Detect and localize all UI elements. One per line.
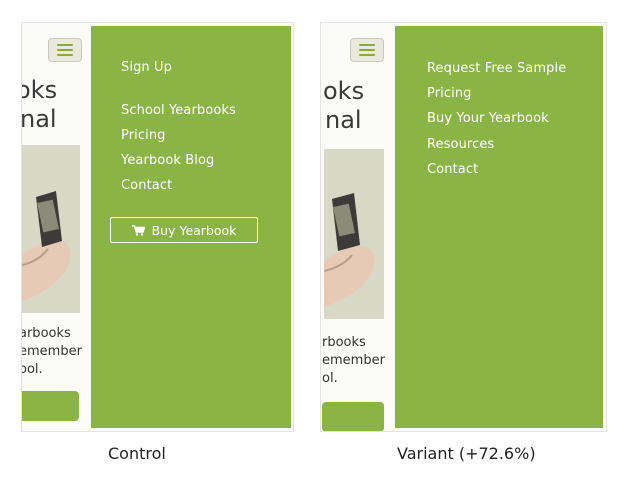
cta-button[interactable]: [322, 402, 384, 431]
hero-heading-line-1: oks: [323, 77, 365, 105]
menu-item-contact[interactable]: Contact: [427, 162, 478, 177]
hero-heading-line-2: nal: [21, 105, 57, 133]
menu-item-contact[interactable]: Contact: [121, 178, 172, 193]
body-text-line-3: ol.: [322, 371, 338, 386]
buy-yearbook-label: Buy Yearbook: [151, 222, 237, 238]
menu-item-request-free-sample[interactable]: Request Free Sample: [427, 61, 566, 76]
variant-screenshot: oks nal rbooks emember ol. Request Free …: [320, 22, 607, 432]
control-caption: Control: [108, 444, 166, 463]
menu-item-buy-your-yearbook[interactable]: Buy Your Yearbook: [427, 111, 549, 126]
hand-holding-phone-image: [324, 149, 384, 319]
hand-holding-phone-image: [22, 145, 80, 313]
body-text-line-3: ool.: [21, 362, 43, 377]
body-text-line-2: emember: [21, 344, 82, 359]
buy-yearbook-button[interactable]: Buy Yearbook: [110, 217, 258, 243]
control-screenshot: oks nal arbooks emember ool. Sign Up Sch…: [21, 22, 294, 432]
hamburger-icon: [359, 44, 375, 46]
hamburger-menu-button[interactable]: [350, 38, 384, 62]
cart-icon: [131, 224, 145, 236]
hero-photo: [324, 149, 384, 319]
cta-button[interactable]: [22, 391, 79, 421]
variant-caption: Variant (+72.6%): [397, 444, 536, 463]
body-text-line-2: emember: [322, 353, 385, 368]
hero-photo: [22, 145, 80, 313]
menu-item-resources[interactable]: Resources: [427, 137, 494, 152]
hero-heading-line-1: oks: [22, 76, 58, 104]
menu-item-school-yearbooks[interactable]: School Yearbooks: [121, 103, 236, 118]
menu-item-yearbook-blog[interactable]: Yearbook Blog: [121, 153, 214, 168]
menu-item-sign-up[interactable]: Sign Up: [121, 60, 172, 75]
menu-item-pricing[interactable]: Pricing: [121, 128, 166, 143]
hamburger-icon: [57, 44, 73, 46]
hamburger-menu-button[interactable]: [48, 38, 82, 62]
menu-item-pricing[interactable]: Pricing: [427, 86, 472, 101]
body-text-line-1: rbooks: [322, 335, 366, 350]
nav-drawer: Sign Up School Yearbooks Pricing Yearboo…: [91, 26, 291, 428]
body-text-line-1: arbooks: [21, 326, 71, 341]
nav-drawer: Request Free Sample Pricing Buy Your Yea…: [395, 26, 603, 428]
hero-heading-line-2: nal: [325, 106, 362, 134]
